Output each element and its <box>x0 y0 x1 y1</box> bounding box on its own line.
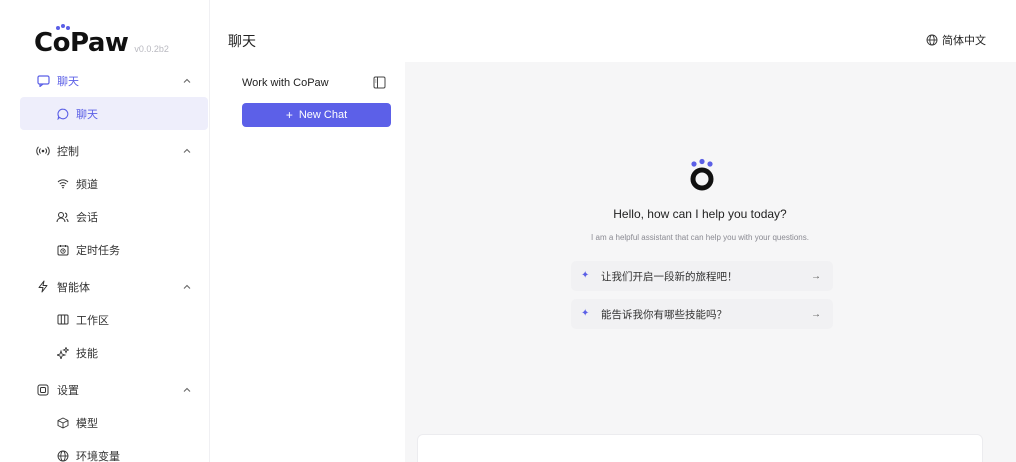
sidebar-group-label: 控制 <box>57 145 79 158</box>
arrow-right-icon: → <box>811 309 821 320</box>
sidebar-item-label: 模型 <box>76 417 98 430</box>
globe-icon <box>56 449 69 462</box>
suggestion-text: 让我们开启一段新的旅程吧！ <box>601 270 738 283</box>
chat-bubble-icon <box>36 74 50 88</box>
chevron-up-icon[interactable] <box>182 76 192 86</box>
chat-main-area: Hello, how can I help you today? I am a … <box>405 62 1016 462</box>
sidebar-nav: 聊天 聊天 控制 频道 会话 定时任务 智能体 工作区 技能 设置 模型 环境变… <box>20 64 208 462</box>
columns-icon <box>56 313 69 326</box>
chevron-up-icon[interactable] <box>182 146 192 156</box>
settings-box-icon <box>36 383 50 397</box>
welcome-title: Hello, how can I help you today? <box>613 207 787 221</box>
logo-text-c: C <box>34 28 53 58</box>
sidebar-item-workspace[interactable]: 工作区 <box>20 303 208 336</box>
message-composer[interactable] <box>417 434 983 462</box>
cube-icon <box>56 416 69 429</box>
sidebar-item-label: 技能 <box>76 347 98 360</box>
language-label: 简体中文 <box>942 35 986 47</box>
sidebar-group-agent[interactable]: 智能体 <box>20 270 208 303</box>
sidebar-item-chat[interactable]: 聊天 <box>20 97 208 130</box>
globe-icon <box>926 34 938 46</box>
sidebar-item-label: 定时任务 <box>76 244 120 257</box>
welcome-subtitle: I am a helpful assistant that can help y… <box>591 233 809 242</box>
sparkles-icon <box>56 346 69 359</box>
sidebar-item-sessions[interactable]: 会话 <box>20 200 208 233</box>
paw-dots-icon <box>55 24 70 30</box>
sidebar-item-label: 会话 <box>76 211 98 224</box>
wifi-icon <box>56 177 69 190</box>
chevron-up-icon[interactable] <box>182 385 192 395</box>
logo-o: o <box>52 24 71 58</box>
logo-text-paw: Paw <box>69 28 129 58</box>
sidebar-item-label: 频道 <box>76 178 98 191</box>
plus-icon: + <box>285 108 293 122</box>
new-chat-label: New Chat <box>298 109 348 121</box>
arrow-right-icon: → <box>811 271 821 282</box>
page-title: 聊天 <box>228 33 256 49</box>
sidebar-item-skills[interactable]: 技能 <box>20 336 208 369</box>
sidebar-group-label: 设置 <box>57 384 79 397</box>
sidebar-item-models[interactable]: 模型 <box>20 406 208 439</box>
suggestion-card[interactable]: ✦ 能告诉我你有哪些技能吗？ → <box>571 299 833 329</box>
app-logo[interactable]: CoPaw <box>34 24 129 58</box>
chevron-up-icon[interactable] <box>182 282 192 292</box>
sidebar-group-label: 聊天 <box>57 75 79 88</box>
panel-toggle-icon[interactable] <box>373 76 386 89</box>
sidebar: CoPaw v0.0.2b2 聊天 聊天 控制 频道 会话 定时任务 智能体 工… <box>0 0 210 462</box>
sidebar-item-scheduled-tasks[interactable]: 定时任务 <box>20 233 208 266</box>
sidebar-group-control[interactable]: 控制 <box>20 134 208 167</box>
lightning-icon <box>36 280 50 294</box>
sidebar-group-label: 智能体 <box>57 281 90 294</box>
sidebar-group-chat[interactable]: 聊天 <box>20 64 208 97</box>
sidebar-item-label: 工作区 <box>76 314 109 327</box>
sparkle-icon: ✦ <box>581 270 590 281</box>
language-switcher[interactable]: 简体中文 <box>926 32 986 48</box>
top-bar: 聊天 简体中文 <box>210 0 1016 62</box>
new-chat-button[interactable]: + New Chat <box>242 103 391 127</box>
users-icon <box>56 210 69 223</box>
calendar-clock-icon <box>56 243 69 256</box>
broadcast-icon <box>36 144 50 158</box>
copaw-paw-logo-icon <box>690 158 714 191</box>
logo-text-o: o <box>52 28 71 58</box>
sidebar-item-label: 聊天 <box>76 108 98 121</box>
sidebar-group-settings[interactable]: 设置 <box>20 373 208 406</box>
chat-list-title: Work with CoPaw <box>242 77 329 89</box>
suggestion-card[interactable]: ✦ 让我们开启一段新的旅程吧！ → <box>571 261 833 291</box>
chat-list-panel: Work with CoPaw + New Chat <box>228 62 405 462</box>
app-version: v0.0.2b2 <box>134 44 169 54</box>
sidebar-item-label: 环境变量 <box>76 450 120 462</box>
sidebar-item-env-vars[interactable]: 环境变量 <box>20 439 208 462</box>
logo-row: CoPaw v0.0.2b2 <box>34 24 169 58</box>
sidebar-item-channels[interactable]: 频道 <box>20 167 208 200</box>
message-circle-icon <box>56 107 69 120</box>
sparkle-icon: ✦ <box>581 308 590 319</box>
suggestion-text: 能告诉我你有哪些技能吗？ <box>601 308 727 321</box>
